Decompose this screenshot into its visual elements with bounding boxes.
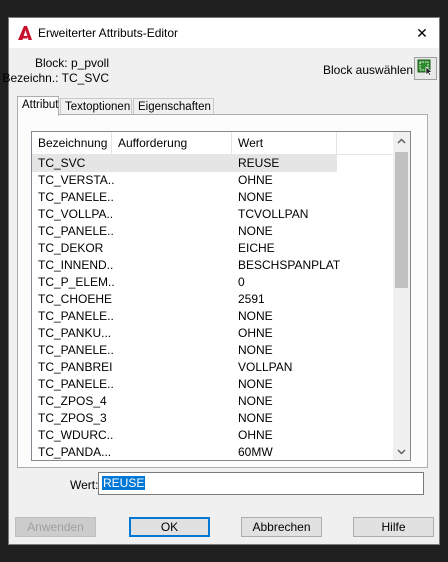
window-title: Erweiterter Attributs-Editor (38, 26, 179, 40)
cell-name: TC_INNEND... (38, 258, 114, 272)
scroll-down-icon[interactable] (393, 443, 410, 460)
cell-value: NONE (238, 309, 273, 323)
attribute-grid[interactable]: Bezeichnung Aufforderung Wert TC_SVC REUS… (31, 131, 411, 461)
cell-value: 60MW (238, 445, 273, 459)
select-objects-icon (417, 59, 434, 79)
cell-value: NONE (238, 411, 273, 425)
cell-name: TC_PANKU... (38, 326, 112, 340)
table-row[interactable]: TC_PANELE... NONE (32, 189, 394, 206)
scroll-up-icon[interactable] (393, 132, 410, 149)
tab-textoptionen[interactable]: Textoptionen (60, 98, 132, 115)
cell-value: BESCHSPANPLAT (238, 258, 341, 272)
table-row[interactable]: TC_VOLLPA... TCVOLLPAN (32, 206, 394, 223)
block-info: Block: p_pvoll Bezeichn.: TC_SVC (2, 56, 109, 86)
table-row[interactable]: TC_ZPOS_4 NONE (32, 393, 394, 410)
cell-value: 0 (238, 275, 245, 289)
cell-value: EICHE (238, 241, 275, 255)
tab-eigenschaften[interactable]: Eigenschaften (133, 98, 214, 115)
cell-name: TC_ZPOS_3 (38, 411, 107, 425)
table-row[interactable]: TC_ZPOS_3 NONE (32, 410, 394, 427)
table-row[interactable]: TC_WDURC... OHNE (32, 427, 394, 444)
tag-value: TC_SVC (61, 71, 109, 85)
table-row[interactable]: TC_PANELE... NONE (32, 223, 394, 240)
cell-value: TCVOLLPAN (238, 207, 309, 221)
cell-value: NONE (238, 343, 273, 357)
cell-value: NONE (238, 224, 273, 238)
close-icon: ✕ (416, 24, 428, 41)
tag-info-row: Bezeichn.: TC_SVC (2, 71, 109, 86)
cell-value: OHNE (238, 326, 273, 340)
value-input[interactable]: REUSE (98, 472, 424, 495)
cell-name: TC_ZPOS_4 (38, 394, 107, 408)
block-label: Block: (34, 56, 68, 70)
cell-name: TC_VOLLPA... (38, 207, 114, 221)
grid-rows: TC_SVC REUSE TC_VERSTA... OHNE TC_PANELE... N… (32, 155, 394, 460)
block-info-row: Block: p_pvoll (2, 56, 109, 71)
ok-button[interactable]: OK (129, 517, 210, 537)
table-row[interactable]: TC_PANELE... NONE (32, 308, 394, 325)
cell-name: TC_WDURC... (38, 428, 114, 442)
cell-value: REUSE (238, 156, 280, 170)
cell-value: NONE (238, 394, 273, 408)
cell-name: TC_SVC (38, 156, 86, 170)
cell-name: TC_PANELE... (38, 343, 114, 357)
value-input-text: REUSE (102, 476, 146, 490)
table-row[interactable]: TC_PANELE... NONE (32, 376, 394, 393)
value-label: Wert: (70, 478, 99, 492)
table-row[interactable]: TC_P_ELEM... 0 (32, 274, 394, 291)
table-row[interactable]: TC_DEKOR EICHE (32, 240, 394, 257)
table-row[interactable]: TC_PANKU... OHNE (32, 325, 394, 342)
cell-value: NONE (238, 377, 273, 391)
block-value: p_pvoll (70, 56, 109, 70)
cell-value: OHNE (238, 173, 273, 187)
help-button[interactable]: Hilfe (353, 517, 434, 537)
cell-name: TC_DEKOR (38, 241, 104, 255)
cell-value: OHNE (238, 428, 273, 442)
table-row[interactable]: TC_SVC REUSE (32, 155, 337, 172)
cell-name: TC_PANELE... (38, 377, 114, 391)
column-header-name[interactable]: Bezeichnung (32, 132, 112, 154)
table-row[interactable]: TC_PANBREI VOLLPAN (32, 359, 394, 376)
cell-name: TC_P_ELEM... (38, 275, 114, 289)
select-block-label: Block auswählen (323, 63, 414, 77)
cell-value: NONE (238, 190, 273, 204)
table-row[interactable]: TC_PANELE... NONE (32, 342, 394, 359)
select-block-button[interactable] (414, 57, 437, 80)
scroll-thumb[interactable] (395, 152, 408, 288)
vertical-scrollbar[interactable] (393, 132, 410, 460)
cell-name: TC_VERSTA... (38, 173, 114, 187)
table-row[interactable]: TC_VERSTA... OHNE (32, 172, 394, 189)
tag-label: Bezeichn.: (2, 71, 59, 85)
column-header-prompt[interactable]: Aufforderung (112, 132, 232, 154)
cell-name: TC_PANBREI (38, 360, 113, 374)
title-bar: Erweiterter Attributs-Editor ✕ (9, 18, 439, 48)
cell-name: TC_PANELE... (38, 224, 114, 238)
cancel-button[interactable]: Abbrechen (241, 517, 322, 537)
table-row[interactable]: TC_CHOEHE 2591 (32, 291, 394, 308)
grid-header: Bezeichnung Aufforderung Wert (32, 132, 410, 155)
tab-attribut[interactable]: Attribut (17, 96, 59, 116)
autocad-a-icon (17, 25, 33, 41)
apply-button[interactable]: Anwenden (15, 517, 96, 537)
cell-name: TC_PANELE... (38, 309, 114, 323)
cell-name: TC_PANDA... (38, 445, 112, 459)
cell-name: TC_CHOEHE (38, 292, 113, 306)
tab-panel-attribut: Bezeichnung Aufforderung Wert TC_SVC REUS… (17, 114, 428, 468)
column-header-value[interactable]: Wert (232, 132, 337, 154)
cell-name: TC_PANELE... (38, 190, 114, 204)
table-row[interactable]: TC_INNEND... BESCHSPANPLAT (32, 257, 394, 274)
table-row[interactable]: TC_PANDA... 60MW (32, 444, 394, 460)
cell-value: 2591 (238, 292, 265, 306)
cell-value: VOLLPAN (238, 360, 293, 374)
attribute-editor-dialog: Erweiterter Attributs-Editor ✕ Block: p_… (2, 17, 440, 545)
close-button[interactable]: ✕ (409, 21, 435, 45)
